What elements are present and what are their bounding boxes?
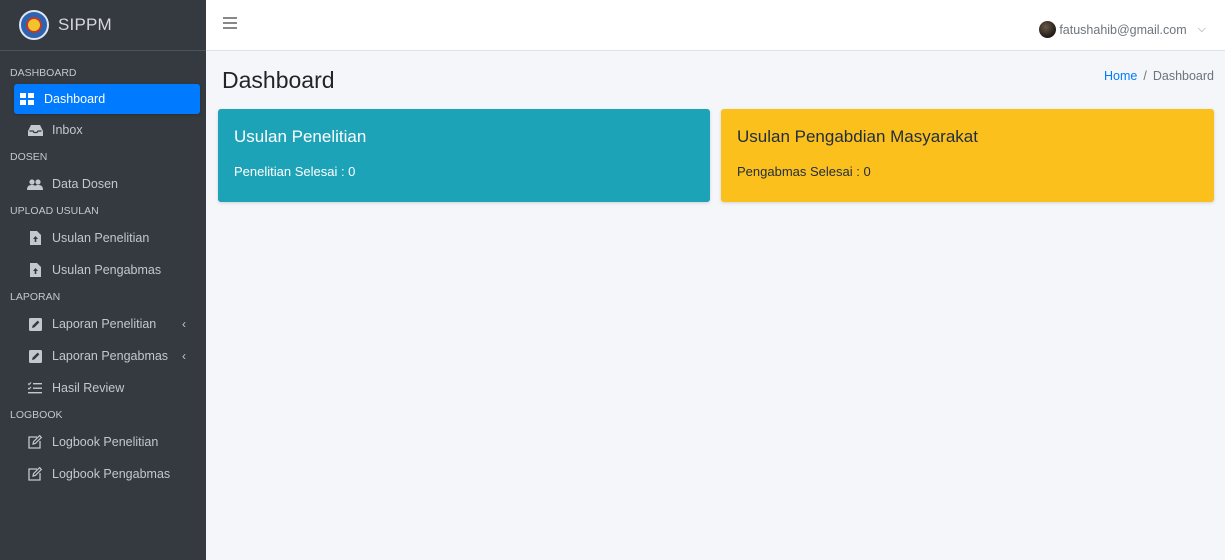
breadcrumb: Home / Dashboard xyxy=(1104,69,1214,83)
page-title: Dashboard xyxy=(222,67,335,93)
sidebar-item-logbook-pengabmas[interactable]: Logbook Pengabmas xyxy=(14,458,200,490)
sidebar-item-hasil-review[interactable]: Hasil Review xyxy=(14,372,200,404)
edit-square-icon xyxy=(26,349,44,363)
chevron-down-icon: ⌵ xyxy=(1197,23,1206,35)
sidebar-item-usulan-pengabmas[interactable]: Usulan Pengabmas xyxy=(14,254,200,286)
card-text: Pengabmas Selesai : 0 xyxy=(737,164,871,179)
usulan-penelitian-card[interactable]: Usulan Penelitian Penelitian Selesai : 0 xyxy=(218,109,710,202)
sidebar-item-label: Usulan Penelitian xyxy=(52,231,150,245)
sidebar: SIPPM DASHBOARD Dashboard Inbox DOSEN Da… xyxy=(0,0,206,560)
tasks-list-icon xyxy=(26,382,44,394)
card-text: Penelitian Selesai : 0 xyxy=(234,164,356,179)
sidebar-item-label: Hasil Review xyxy=(52,381,125,395)
edit-square-icon xyxy=(26,317,44,331)
sidebar-item-dashboard[interactable]: Dashboard xyxy=(14,84,200,114)
user-menu[interactable]: fatushahib@gmail.com ⌵ xyxy=(1039,21,1206,38)
breadcrumb-current: Dashboard xyxy=(1152,69,1214,83)
file-upload-icon xyxy=(26,231,44,245)
card-title: Usulan Penelitian xyxy=(234,127,367,146)
nav-header-upload-usulan: UPLOAD USULAN xyxy=(10,205,99,217)
sidebar-item-inbox[interactable]: Inbox xyxy=(14,114,200,146)
main-content: Dashboard Home / Dashboard Usulan Peneliti… xyxy=(206,51,1225,560)
sidebar-item-label: Usulan Pengabmas xyxy=(52,263,162,277)
edit-outline-icon xyxy=(26,435,44,449)
users-icon xyxy=(26,178,44,190)
sidebar-item-label: Inbox xyxy=(52,123,83,137)
nav-header-logbook: LOGBOOK xyxy=(10,409,63,421)
avatar xyxy=(1039,21,1057,38)
nav-header-dosen: DOSEN xyxy=(10,151,48,163)
dashboard-icon xyxy=(18,93,36,105)
sidebar-item-logbook-penelitian[interactable]: Logbook Penelitian xyxy=(14,426,200,458)
nav-header-laporan: LAPORAN xyxy=(10,291,61,303)
sidebar-item-label: Dashboard xyxy=(44,92,106,106)
chevron-left-icon: ‹ xyxy=(182,349,186,363)
brand-name: SIPPM xyxy=(58,15,112,34)
nav-header-dashboard: DASHBOARD xyxy=(10,67,77,79)
sidebar-item-laporan-penelitian[interactable]: Laporan Penelitian ‹ xyxy=(14,308,200,340)
user-email: fatushahib@gmail.com xyxy=(1059,22,1187,37)
sidebar-item-label: Laporan Penelitian xyxy=(52,317,157,331)
chevron-left-icon: ‹ xyxy=(182,317,186,331)
file-upload-icon xyxy=(26,263,44,277)
sidebar-item-laporan-pengabmas[interactable]: Laporan Pengabmas ‹ xyxy=(14,340,200,372)
sidebar-item-label: Data Dosen xyxy=(52,177,119,191)
university-logo-icon xyxy=(19,10,49,40)
top-navbar: fatushahib@gmail.com ⌵ xyxy=(206,0,1225,51)
menu-toggle-icon[interactable] xyxy=(223,17,237,29)
sidebar-item-label: Logbook Pengabmas xyxy=(52,467,171,481)
breadcrumb-separator: / xyxy=(1143,69,1147,83)
usulan-pengabdian-card[interactable]: Usulan Pengabdian Masyarakat Pengabmas S… xyxy=(721,109,1214,202)
edit-outline-icon xyxy=(26,467,44,481)
breadcrumb-home-link[interactable]: Home xyxy=(1104,69,1137,83)
sidebar-item-data-dosen[interactable]: Data Dosen xyxy=(14,168,200,200)
inbox-icon xyxy=(26,124,44,136)
sidebar-item-label: Logbook Penelitian xyxy=(52,435,159,449)
sidebar-item-usulan-penelitian[interactable]: Usulan Penelitian xyxy=(14,222,200,254)
card-title: Usulan Pengabdian Masyarakat xyxy=(737,127,978,146)
sidebar-nav: DASHBOARD Dashboard Inbox DOSEN Data Dos… xyxy=(0,62,206,490)
brand-link[interactable]: SIPPM xyxy=(0,0,206,51)
sidebar-item-label: Laporan Pengabmas xyxy=(52,349,169,363)
